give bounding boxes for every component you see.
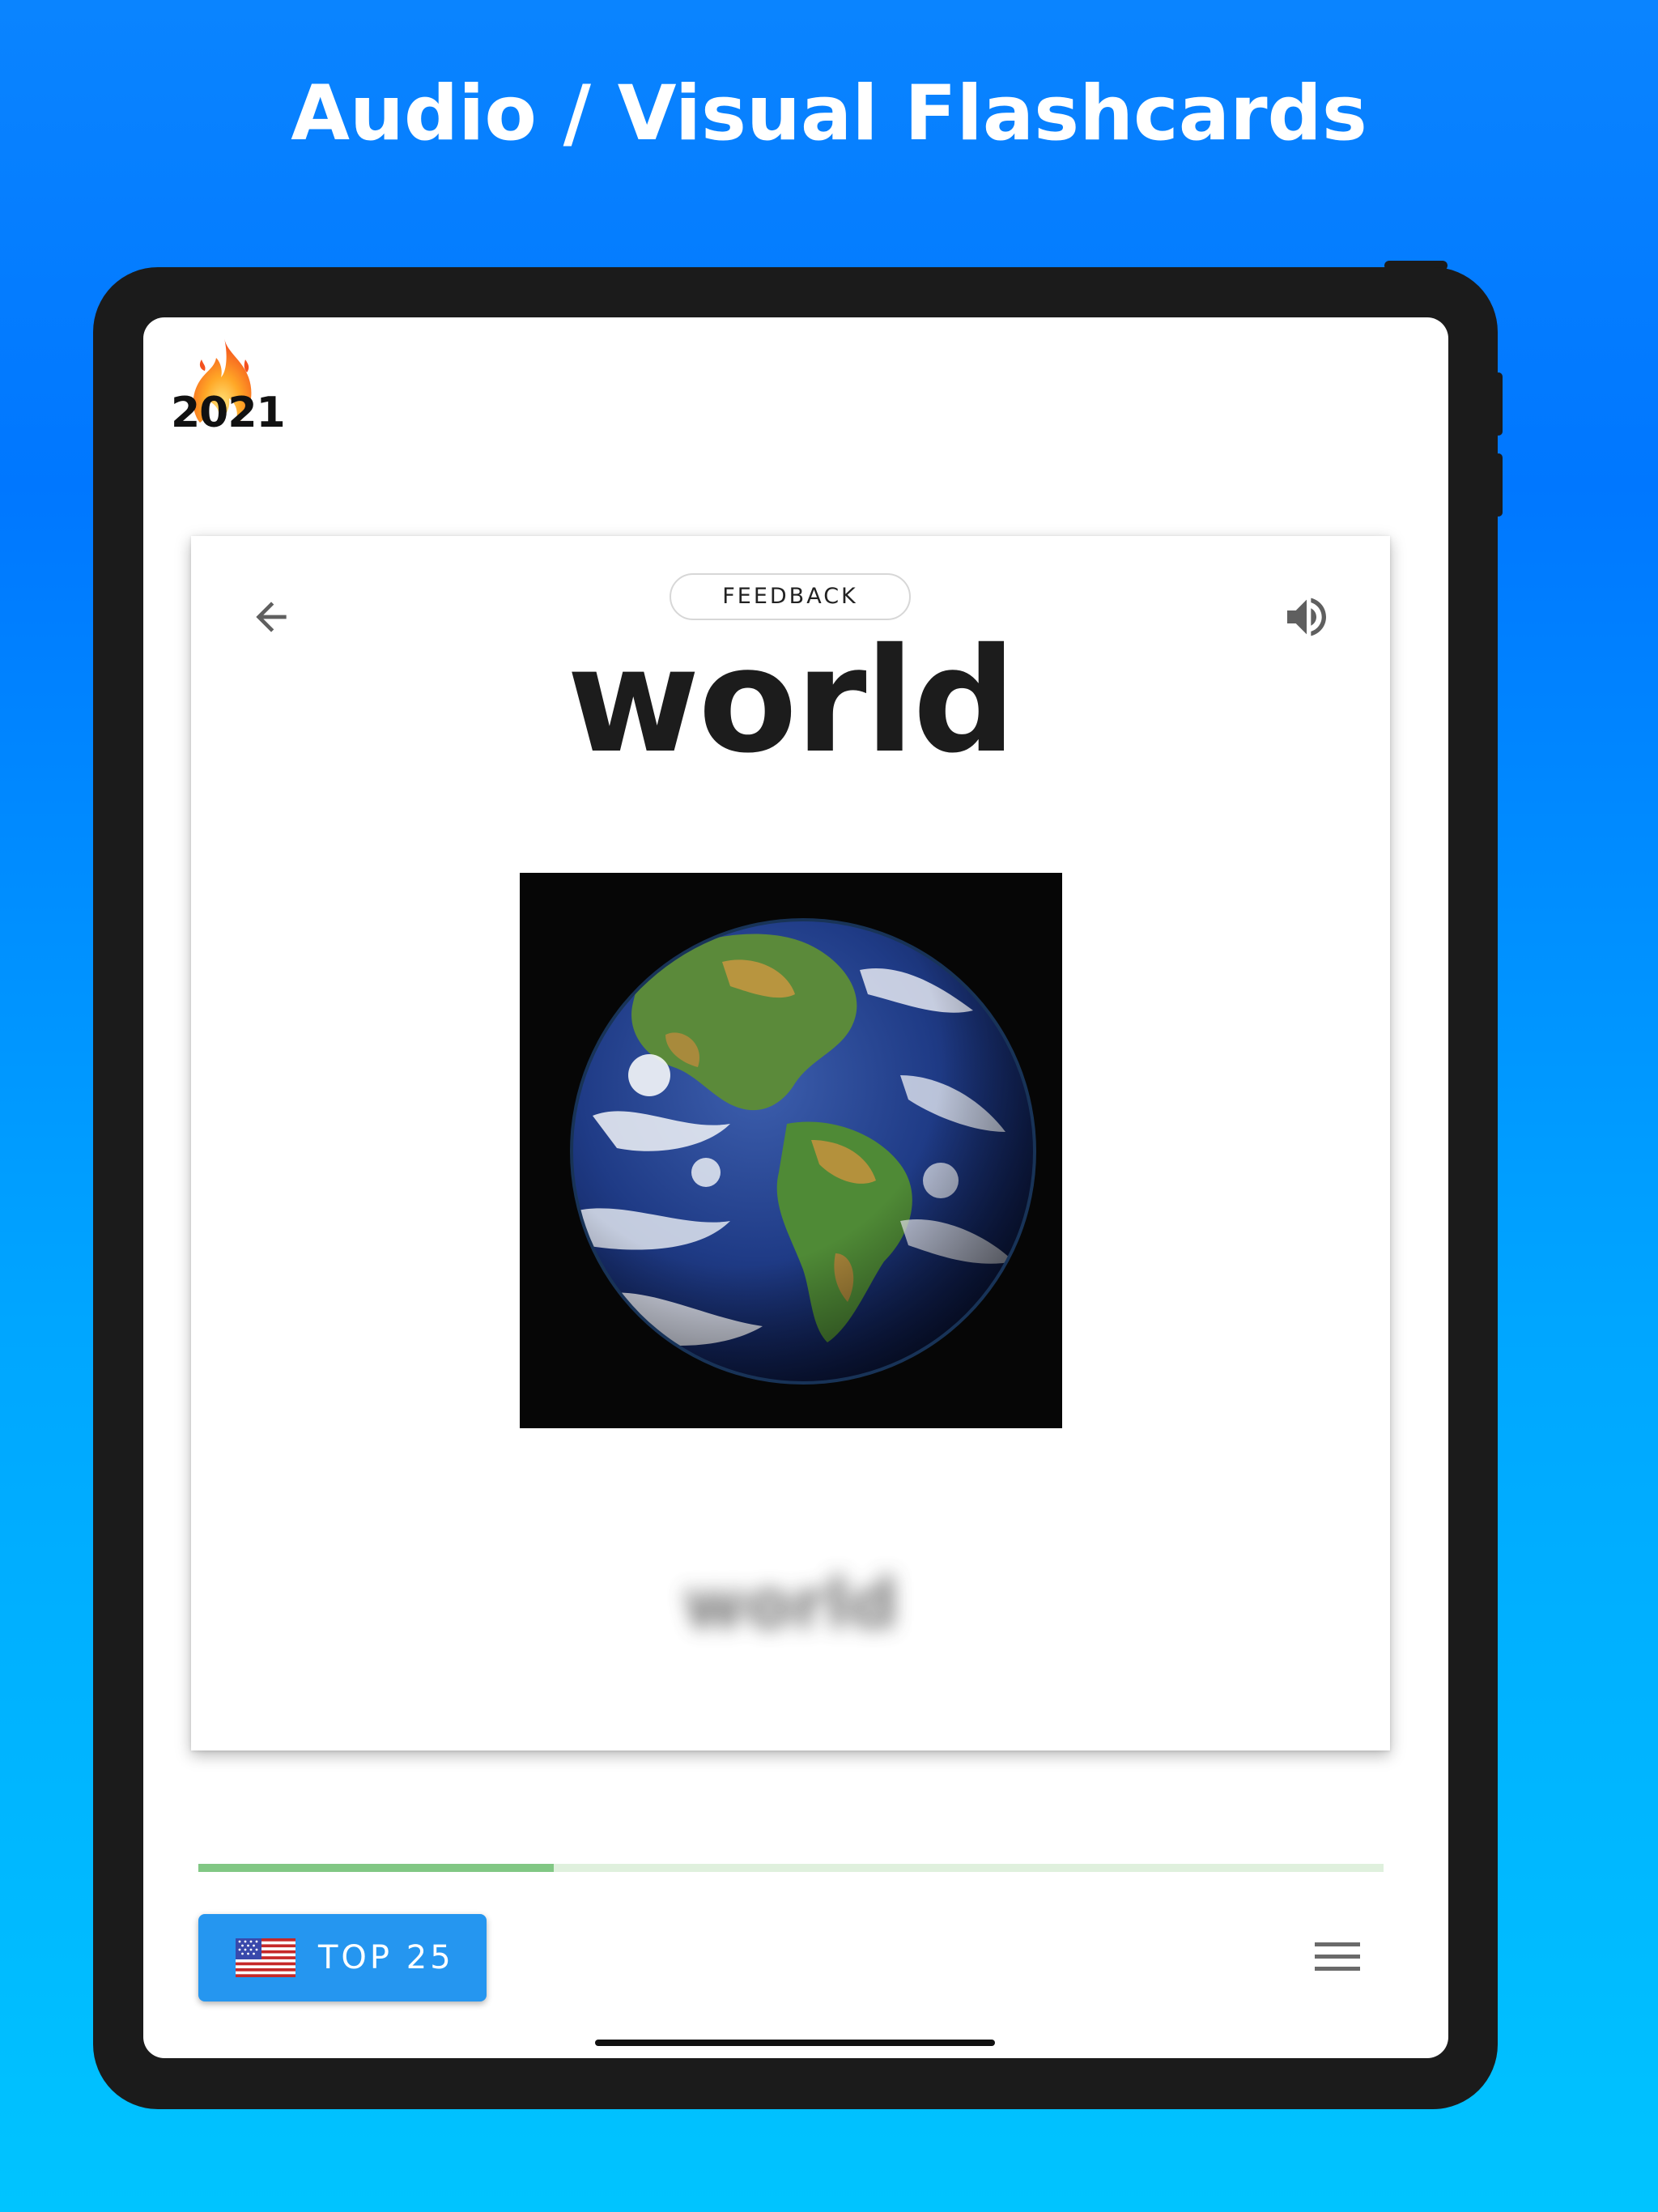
hamburger-menu-icon <box>1315 1942 1360 1971</box>
flashcard-image <box>520 873 1062 1428</box>
earth-globe-icon <box>570 918 1036 1385</box>
badge-year: 2021 <box>171 389 286 437</box>
menu-button[interactable] <box>1309 1929 1366 1985</box>
progress-fill <box>198 1864 555 1872</box>
flashcard[interactable]: FEEDBACK world world <box>191 536 1390 1750</box>
app-screen: 2021 FEEDBACK world world TOP 25 <box>143 317 1448 2058</box>
progress-bar <box>198 1864 1384 1872</box>
us-flag-icon <box>236 1938 295 1977</box>
flashcard-word: world <box>567 617 1016 785</box>
marketing-headline: Audio / Visual Flashcards <box>291 70 1367 158</box>
home-indicator[interactable] <box>595 2040 995 2046</box>
blurred-answer[interactable]: world <box>191 1564 1390 1644</box>
deck-label: TOP 25 <box>318 1939 454 1976</box>
year-badge: 2021 <box>171 335 286 437</box>
deck-select-button[interactable]: TOP 25 <box>198 1914 487 2001</box>
feedback-button[interactable]: FEEDBACK <box>670 573 911 620</box>
